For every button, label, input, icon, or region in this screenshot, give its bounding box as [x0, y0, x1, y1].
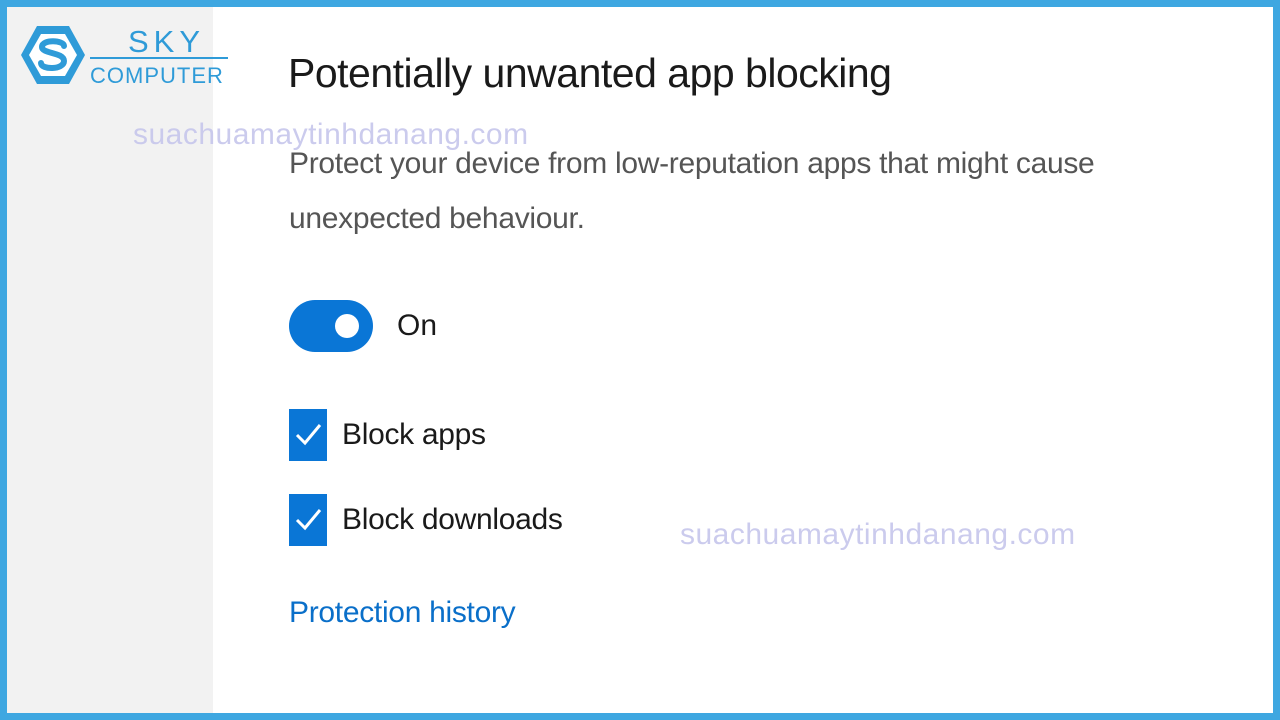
page-title: Potentially unwanted app blocking [288, 50, 892, 96]
block-apps-option: Block apps [289, 409, 486, 461]
pua-blocking-toggle[interactable] [289, 300, 373, 352]
protection-history-link[interactable]: Protection history [289, 596, 516, 630]
checkmark-icon [295, 424, 322, 446]
pua-toggle-row: On [289, 300, 437, 352]
toggle-knob [335, 314, 359, 338]
logo-computer-text: COMPUTER [90, 63, 224, 88]
block-apps-label: Block apps [342, 418, 486, 451]
watermark-text: suachuamaytinhdanang.com [680, 518, 1076, 551]
block-downloads-label: Block downloads [342, 503, 563, 536]
toggle-state-label: On [397, 309, 438, 342]
sky-computer-logo: SKY COMPUTER [20, 22, 235, 88]
logo-sky-text: SKY [128, 24, 206, 59]
checkmark-icon [295, 509, 322, 531]
block-downloads-checkbox[interactable] [289, 494, 327, 546]
block-downloads-option: Block downloads [289, 494, 563, 546]
section-description: Protect your device from low-reputation … [289, 147, 1095, 235]
navigation-pane [7, 7, 213, 713]
block-apps-checkbox[interactable] [289, 409, 327, 461]
logo-mark-icon [21, 26, 85, 84]
logo-divider [90, 57, 228, 59]
